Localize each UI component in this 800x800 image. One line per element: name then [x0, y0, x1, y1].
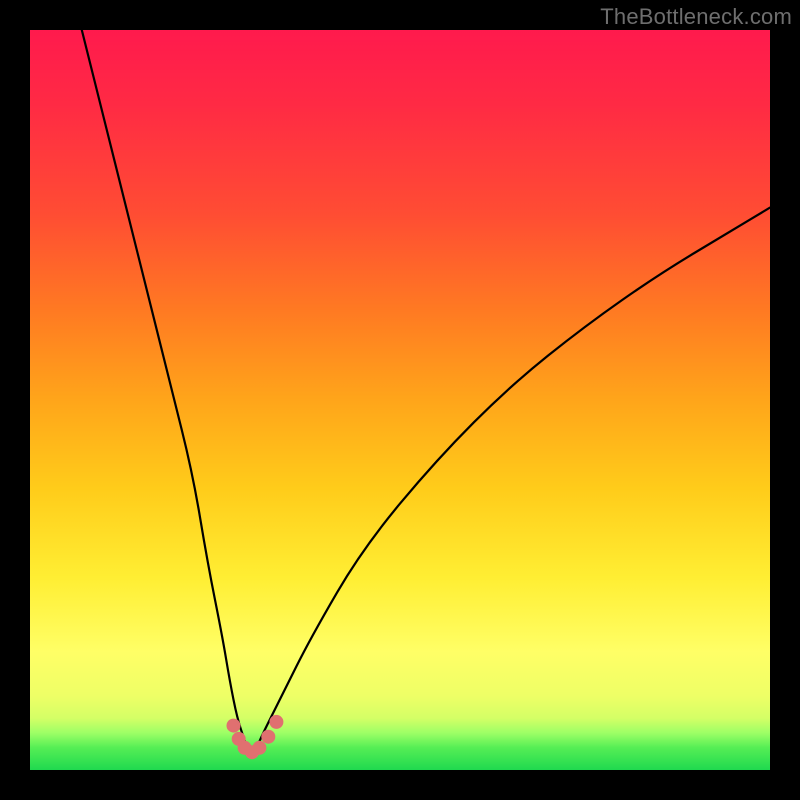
plot-area	[30, 30, 770, 770]
curve-markers	[227, 715, 284, 759]
curve-marker	[261, 730, 275, 744]
curve-marker	[252, 741, 266, 755]
watermark-text: TheBottleneck.com	[600, 4, 792, 30]
curve-marker	[227, 719, 241, 733]
chart-frame: TheBottleneck.com	[0, 0, 800, 800]
bottleneck-curve	[82, 30, 770, 754]
curve-layer	[30, 30, 770, 770]
curve-marker	[269, 715, 283, 729]
